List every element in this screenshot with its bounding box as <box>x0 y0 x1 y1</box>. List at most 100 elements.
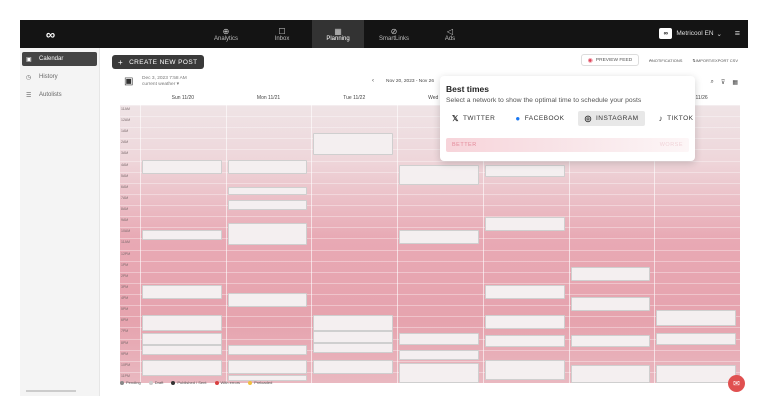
network-tiktok-button[interactable]: ♪ TIKTOK <box>653 111 700 126</box>
inbox-icon: ☐ <box>278 26 286 36</box>
status-dot-icon <box>214 380 219 385</box>
nav-label: Ads <box>444 35 456 42</box>
scheduled-post-card[interactable] <box>142 160 222 174</box>
plus-icon: + <box>118 57 124 67</box>
previous-week-button[interactable]: ‹ <box>372 78 374 84</box>
sidebar-item-calendar[interactable]: ▣ Calendar <box>22 52 97 66</box>
hour-label: 9PM <box>121 351 129 356</box>
history-icon: ◷ <box>26 74 32 81</box>
create-new-post-button[interactable]: + CREATE NEW POST <box>112 55 204 69</box>
hour-label: 5AM <box>121 173 129 178</box>
legend-item: Draft <box>148 380 163 385</box>
status-dot-icon <box>171 380 176 385</box>
network-instagram-button[interactable]: ◎ INSTAGRAM <box>578 111 645 126</box>
scheduled-post-card[interactable] <box>142 360 222 376</box>
scheduled-post-card[interactable] <box>313 315 394 331</box>
sidebar-item-history[interactable]: ◷ History <box>22 70 97 84</box>
scheduled-post-card[interactable] <box>313 331 394 343</box>
scheduled-post-card[interactable] <box>142 230 222 240</box>
scheduled-post-card[interactable] <box>227 200 308 210</box>
nav-inbox[interactable]: ☐ Inbox <box>256 20 308 48</box>
account-name: Metricool EN <box>676 30 714 37</box>
scheduled-post-card[interactable] <box>656 333 736 345</box>
hour-label: 11AM <box>121 240 130 245</box>
scheduled-post-card[interactable] <box>656 310 736 326</box>
scheduled-post-card[interactable] <box>142 333 222 345</box>
legend-item: Published / Sent <box>171 380 207 385</box>
scheduled-post-card[interactable] <box>142 345 222 355</box>
eye-icon: ◉ <box>587 57 593 64</box>
sidebar-item-label: Calendar <box>39 56 64 62</box>
hour-label: 4AM <box>121 162 129 167</box>
scheduled-post-card[interactable] <box>227 160 308 174</box>
network-facebook-button[interactable]: ● FACEBOOK <box>509 111 570 126</box>
chat-support-button[interactable]: ✉ <box>728 375 745 392</box>
nav-label: Analytics <box>213 35 238 42</box>
scheduled-post-card[interactable] <box>484 165 565 177</box>
account-selector[interactable]: ∞ Metricool EN ⌄ <box>659 28 722 39</box>
scheduled-post-card[interactable] <box>227 360 308 374</box>
search-icon[interactable]: ⌕ <box>711 79 714 86</box>
scheduled-post-card[interactable] <box>484 335 565 347</box>
sidebar: ▣ Calendar ◷ History ☰ Autolists <box>20 48 100 396</box>
preview-feed-label: PREVIEW FEED <box>595 57 633 63</box>
menu-icon[interactable]: ≡ <box>735 28 740 38</box>
scheduled-post-card[interactable] <box>313 343 394 353</box>
date-range[interactable]: Nov 20, 2023 - Nov 26 <box>386 79 434 84</box>
calendar-view-icon[interactable]: ▦ <box>732 79 738 86</box>
nav-planning[interactable]: ▦ Planning <box>312 20 364 48</box>
scheduled-post-card[interactable] <box>570 335 651 347</box>
nav-label: SmartLinks <box>378 35 409 42</box>
nav-smartlinks[interactable]: ⊘ SmartLinks <box>368 20 420 48</box>
sidebar-item-label: Autolists <box>39 92 62 98</box>
scheduled-post-card[interactable] <box>399 363 479 383</box>
scheduled-post-card[interactable] <box>313 360 394 374</box>
hour-divider <box>120 282 740 284</box>
scheduled-post-card[interactable] <box>570 267 651 281</box>
network-twitter-button[interactable]: 𝕏 TWITTER <box>446 111 501 126</box>
scheduled-post-card[interactable] <box>484 285 565 299</box>
list-icon: ☰ <box>26 92 32 99</box>
scheduled-post-card[interactable] <box>227 187 308 195</box>
hour-label: 3PM <box>121 284 129 289</box>
scheduled-post-card[interactable] <box>142 315 222 331</box>
scheduled-post-card[interactable] <box>399 165 479 185</box>
hour-label: 9AM <box>121 218 129 223</box>
preview-feed-button[interactable]: ◉ PREVIEW FEED <box>580 54 640 66</box>
chevron-down-icon: ⌄ <box>716 30 722 38</box>
scheduled-post-card[interactable] <box>399 230 479 244</box>
hour-divider <box>120 227 740 229</box>
day-column-divider <box>397 105 399 383</box>
view-controls: ⌕ ⊽ ▦ <box>704 79 738 86</box>
metricool-logo[interactable]: ∞ <box>20 27 80 42</box>
day-header: Mon 11/21 <box>256 95 281 101</box>
instagram-icon: ◎ <box>584 114 592 123</box>
scheduled-post-card[interactable] <box>227 293 308 307</box>
scheduled-post-card[interactable] <box>570 365 651 383</box>
filter-icon[interactable]: ⊽ <box>721 79 725 86</box>
hour-divider <box>120 249 740 251</box>
scheduled-post-card[interactable] <box>227 345 308 355</box>
hour-divider <box>120 260 740 262</box>
scheduled-post-card[interactable] <box>227 223 308 245</box>
scheduled-post-card[interactable] <box>399 350 479 360</box>
hour-label: 2AM <box>121 140 129 145</box>
hour-divider <box>120 216 740 218</box>
import-export-button[interactable]: ⇅ IMPORT/EXPORT CSV <box>688 54 742 66</box>
notifications-button[interactable]: ⍾ NOTIFICATIONS <box>645 54 686 66</box>
scheduled-post-card[interactable] <box>313 133 394 155</box>
scheduled-post-card[interactable] <box>399 333 479 345</box>
nav-label: Inbox <box>274 35 290 42</box>
scheduled-post-card[interactable] <box>484 217 565 231</box>
weather-dropdown[interactable]: current weather ▾ <box>142 82 187 88</box>
scheduled-post-card[interactable] <box>484 360 565 380</box>
scheduled-post-card[interactable] <box>570 297 651 311</box>
scheduled-post-card[interactable] <box>484 315 565 329</box>
nav-ads[interactable]: ◁ Ads <box>424 20 476 48</box>
scheduled-post-card[interactable] <box>656 365 736 383</box>
nav-analytics[interactable]: ⊕ Analytics <box>200 20 252 48</box>
legend-label: Published / Sent <box>177 380 207 385</box>
sidebar-item-autolists[interactable]: ☰ Autolists <box>22 88 97 102</box>
scheduled-post-card[interactable] <box>142 285 222 299</box>
network-selector: 𝕏 TWITTER ● FACEBOOK ◎ INSTAGRAM ♪ TIKTO… <box>446 111 693 126</box>
